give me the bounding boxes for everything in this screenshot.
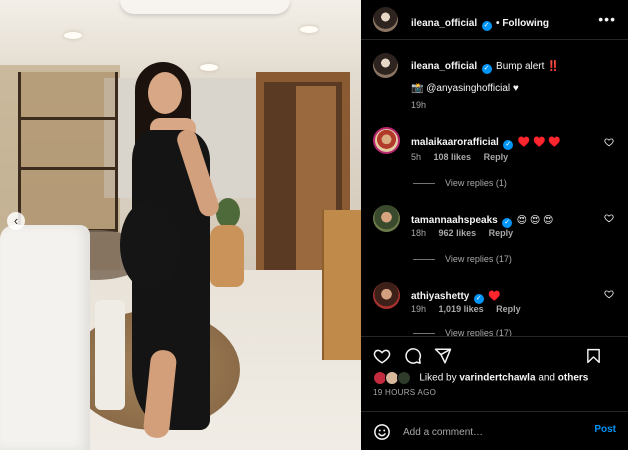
comment-input[interactable] [403, 424, 573, 440]
comment-username[interactable]: malaikaarorafficial [411, 137, 499, 148]
verified-icon: ✓ [503, 140, 514, 150]
ceiling-light [300, 26, 318, 33]
reply-button[interactable]: Reply [489, 228, 514, 238]
more-icon[interactable]: ••• [598, 11, 616, 27]
divider-line [413, 259, 435, 261]
avatar[interactable] [373, 127, 400, 154]
liked-by-others[interactable]: others [558, 373, 589, 384]
ceiling-light [64, 32, 82, 39]
liked-by-connector: and [538, 372, 555, 384]
cabinet [322, 210, 361, 360]
caption-mention[interactable]: 📸 @anyasinghofficial ♥ [411, 83, 519, 94]
avatar[interactable] [373, 7, 398, 32]
vase [210, 225, 244, 287]
verified-icon: ✓ [502, 218, 513, 228]
view-replies-button[interactable]: View replies (17) [413, 254, 512, 264]
divider-line [413, 333, 435, 335]
comment-username[interactable]: athiyashetty [411, 291, 469, 302]
verified-icon: ✓ [481, 21, 492, 31]
caption-username[interactable]: ileana_official [411, 61, 477, 72]
post-photo[interactable]: ‹ [0, 0, 361, 450]
chair [95, 300, 125, 410]
following-button[interactable]: Following [502, 18, 549, 29]
caption-time: 19h [411, 100, 427, 110]
comment-text: 😍 😍 😍 [516, 215, 554, 226]
caption-line: ileana_official ✓ Bump alert ‼️ [411, 56, 560, 74]
person-belly [120, 200, 180, 290]
plant [216, 198, 240, 228]
post-side-panel: ileana_official ✓ • Following ••• ileana… [361, 0, 628, 450]
verified-icon: ✓ [481, 64, 492, 74]
comment-text: ♥️ ♥️ ♥️ [517, 137, 561, 148]
post-timestamp: 19 HOURS AGO [373, 388, 437, 397]
comment-icon[interactable] [404, 347, 422, 365]
person-face [148, 72, 182, 114]
ceiling-fan [120, 0, 290, 14]
comment-time: 5h [411, 152, 422, 162]
verified-icon: ✓ [473, 294, 484, 304]
post-button[interactable]: Post [594, 424, 616, 435]
post-header: ileana_official ✓ • Following ••• [361, 0, 628, 40]
comment-username[interactable]: tamannaahspeaks [411, 215, 498, 226]
chair [0, 225, 90, 450]
heart-icon[interactable] [604, 137, 614, 147]
comment-time: 19h [411, 304, 427, 314]
comment-line: athiyashetty ✓ ♥️ [411, 286, 501, 304]
reply-button[interactable]: Reply [496, 304, 521, 314]
emoji-icon[interactable] [373, 423, 391, 441]
bookmark-icon[interactable] [585, 347, 602, 365]
avatar[interactable] [373, 53, 398, 78]
ceiling-light [200, 64, 218, 71]
view-replies-label: View replies (17) [445, 254, 512, 264]
view-replies-label: View replies (1) [445, 178, 507, 188]
avatar[interactable] [373, 282, 400, 309]
author-username[interactable]: ileana_official [411, 18, 477, 29]
comment-likes[interactable]: 1,019 likes [439, 304, 484, 314]
caption-text: Bump alert ‼️ [496, 61, 560, 72]
heart-icon[interactable] [604, 289, 614, 299]
avatar [396, 371, 411, 385]
divider-line [413, 183, 435, 185]
post-actions: Liked by varindertchawla and others 19 H… [361, 336, 628, 450]
comment-time: 18h [411, 228, 427, 238]
avatar[interactable] [373, 205, 400, 232]
header-user-row: ileana_official ✓ • Following [411, 13, 549, 31]
comment-line: malaikaarorafficial ✓ ♥️ ♥️ ♥️ [411, 132, 561, 150]
comment-likes[interactable]: 108 likes [434, 152, 472, 162]
share-icon[interactable] [434, 347, 452, 365]
chevron-left-icon[interactable]: ‹ [7, 212, 25, 230]
reply-button[interactable]: Reply [484, 152, 509, 162]
shelf [18, 72, 118, 232]
comment-meta: 18h 962 likes Reply [411, 228, 513, 238]
comment-meta: 19h 1,019 likes Reply [411, 304, 521, 314]
liked-by-user[interactable]: varindertchawla [459, 373, 535, 384]
comment-line: tamannaahspeaks ✓ 😍 😍 😍 [411, 210, 553, 228]
comment-meta: 5h 108 likes Reply [411, 152, 508, 162]
liked-by-prefix: Liked by [419, 372, 457, 384]
add-comment-row: Post [361, 411, 628, 450]
comment-likes[interactable]: 962 likes [439, 228, 477, 238]
liked-by: Liked by varindertchawla and others [373, 371, 588, 385]
comment-text: ♥️ [488, 291, 501, 302]
view-replies-button[interactable]: View replies (1) [413, 178, 507, 188]
heart-icon[interactable] [373, 347, 391, 365]
heart-icon[interactable] [604, 213, 614, 223]
